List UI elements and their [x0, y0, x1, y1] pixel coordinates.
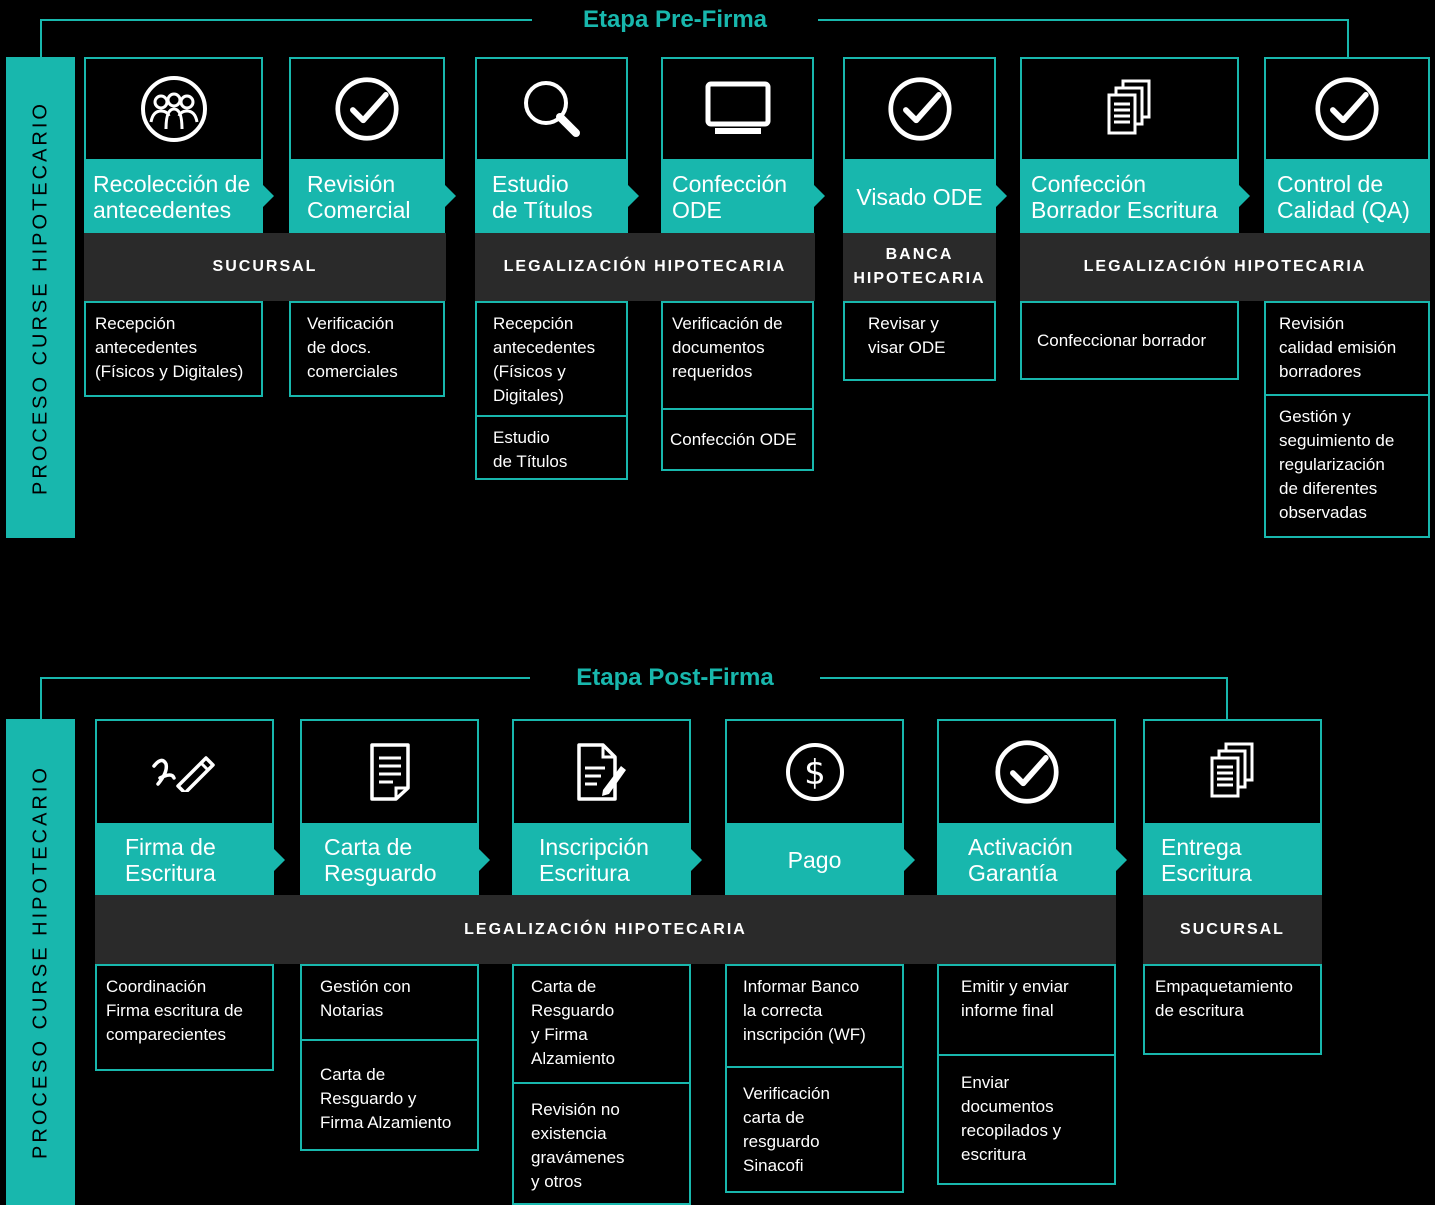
post-step-1: Firma de Escritura	[95, 825, 274, 895]
pre-task: Confección ODE	[661, 408, 814, 471]
step-label: Confección Borrador Escritura	[1031, 171, 1218, 223]
document-icon	[369, 743, 410, 801]
flow-arrow	[628, 185, 639, 207]
step-label: Recolección de antecedentes	[93, 171, 251, 223]
flow-arrow	[814, 185, 825, 207]
step-label: Confección ODE	[672, 171, 788, 223]
pre-area-legalizacion-1: LEGALIZACIÓN HIPOTECARIA	[475, 233, 815, 301]
pre-step-3: Estudio de Títulos	[475, 161, 628, 233]
pre-task: Recepción antecedentes (Físicos y Digita…	[84, 301, 263, 397]
pre-step-7: Control de Calidad (QA)	[1264, 161, 1430, 233]
step-label: Inscripción Escritura	[539, 834, 649, 886]
post-stage-title: Etapa Post-Firma	[576, 664, 774, 691]
post-side-label: PROCESO CURSE HIPOTECARIO	[29, 765, 51, 1159]
post-step-3-icon-box	[512, 719, 691, 825]
post-side-bar: PROCESO CURSE HIPOTECARIO	[6, 719, 75, 1205]
pre-step-6-icon-box	[1020, 57, 1239, 161]
pre-area-sucursal: SUCURSAL	[84, 233, 446, 301]
step-label: Estudio de Títulos	[492, 171, 593, 223]
flow-arrow	[445, 185, 456, 207]
pre-step-1: Recolección de antecedentes	[84, 161, 263, 233]
pre-task: Revisar y visar ODE	[843, 301, 996, 381]
pre-step-3-icon-box	[475, 57, 628, 161]
post-area-sucursal: SUCURSAL	[1143, 895, 1322, 964]
pre-step-4-icon-box	[661, 57, 814, 161]
pre-task: Verificación de docs. comerciales	[289, 301, 445, 397]
post-step-5: Activación Garantía	[937, 825, 1116, 895]
post-step-2: Carta de Resguardo	[300, 825, 479, 895]
post-step-6: Entrega Escritura	[1143, 825, 1322, 895]
pre-task: Revisión calidad emisión borradores	[1264, 301, 1430, 396]
post-task: Carta de Resguardo y Firma Alzamiento	[300, 1039, 479, 1151]
flow-arrow	[479, 849, 490, 871]
pre-step-2-icon-box	[289, 57, 445, 161]
flow-arrow	[996, 185, 1007, 207]
flow-arrow	[1116, 849, 1127, 871]
pre-step-4: Confección ODE	[661, 161, 814, 233]
post-task: Enviar documentos recopilados y escritur…	[937, 1054, 1116, 1185]
dollar-icon: $	[785, 743, 844, 801]
post-task: Coordinación Firma escritura de comparec…	[95, 964, 274, 1071]
pre-area-banca: BANCA HIPOTECARIA	[843, 233, 996, 301]
post-task: Gestión con Notarias	[300, 964, 479, 1041]
post-task: Verificación carta de resguardo Sinacofi	[725, 1066, 904, 1193]
svg-text:$: $	[804, 753, 826, 793]
step-label: Carta de Resguardo	[324, 834, 437, 886]
post-step-6-icon-box	[1143, 719, 1322, 825]
documents-icon	[1105, 79, 1155, 139]
post-step-5-icon-box	[937, 719, 1116, 825]
pre-step-5: Visado ODE	[843, 161, 996, 233]
flow-arrow	[904, 849, 915, 871]
post-step-3: Inscripción Escritura	[512, 825, 691, 895]
flow-arrow	[263, 185, 274, 207]
step-label: Pago	[787, 847, 842, 873]
pre-step-6: Confección Borrador Escritura	[1020, 161, 1239, 233]
check-circle-icon	[334, 76, 400, 142]
step-label: Entrega Escritura	[1161, 834, 1252, 886]
pre-task: Confeccionar borrador	[1020, 301, 1239, 380]
post-step-4: Pago	[725, 825, 904, 895]
post-task: Informar Banco la correcta inscripción (…	[725, 964, 904, 1068]
pre-side-bar: PROCESO CURSE HIPOTECARIO	[6, 57, 75, 538]
check-circle-icon	[887, 76, 953, 142]
monitor-icon	[705, 81, 770, 134]
post-task: Empaquetamiento de escritura	[1143, 964, 1322, 1055]
pre-step-2: Revisión Comercial	[289, 161, 445, 233]
step-label: Firma de Escritura	[125, 834, 216, 886]
post-step-4-icon-box: $	[725, 719, 904, 825]
post-task: Emitir y enviar informe final	[937, 964, 1116, 1056]
step-label: Activación Garantía	[968, 834, 1073, 886]
pre-task: Recepción antecedentes (Físicos y Digita…	[475, 301, 628, 417]
pre-task: Estudio de Títulos	[475, 415, 628, 480]
pre-task: Gestión y seguimiento de regularización …	[1264, 394, 1430, 538]
post-step-2-icon-box	[300, 719, 479, 825]
pre-side-label: PROCESO CURSE HIPOTECARIO	[29, 100, 51, 495]
post-area-legalizacion: LEGALIZACIÓN HIPOTECARIA	[95, 895, 1116, 964]
pre-step-5-icon-box	[843, 57, 996, 161]
step-label: Visado ODE	[856, 184, 983, 210]
pre-step-7-icon-box	[1264, 57, 1430, 161]
flow-arrow	[274, 849, 285, 871]
check-circle-icon	[1314, 76, 1380, 142]
post-task: Revisión no existencia gravámenes y otro…	[512, 1082, 691, 1205]
document-edit-icon	[576, 743, 626, 801]
post-step-1-icon-box	[95, 719, 274, 825]
flow-arrow	[1239, 185, 1250, 207]
check-circle-icon	[994, 739, 1060, 805]
pre-area-legalizacion-2: LEGALIZACIÓN HIPOTECARIA	[1020, 233, 1430, 301]
signature-pen-icon	[151, 756, 215, 792]
pre-stage-title: Etapa Pre-Firma	[582, 6, 768, 33]
documents-icon	[1208, 742, 1258, 802]
flow-arrow	[691, 849, 702, 871]
step-label: Revisión Comercial	[307, 171, 411, 223]
step-label: Control de Calidad (QA)	[1277, 171, 1410, 223]
pre-step-1-icon-box	[84, 57, 263, 161]
magnifier-icon	[523, 81, 580, 137]
group-icon	[140, 76, 207, 142]
pre-task: Verificación de documentos requeridos	[661, 301, 814, 410]
post-task: Carta de Resguardo y Firma Alzamiento	[512, 964, 691, 1084]
